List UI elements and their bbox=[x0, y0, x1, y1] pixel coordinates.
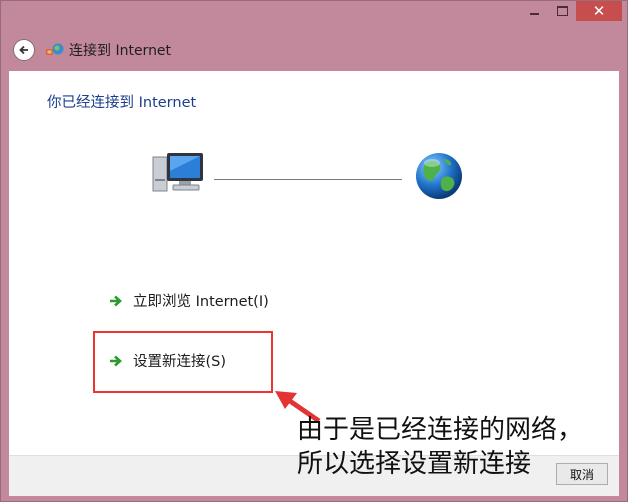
maximize-icon bbox=[556, 6, 568, 16]
green-arrow-icon bbox=[110, 295, 122, 306]
back-arrow-icon bbox=[19, 45, 28, 55]
annotation-text: 由于是已经连接的网络， 所以选择设置新连接 bbox=[297, 415, 584, 479]
caption-buttons: ✕ bbox=[520, 1, 622, 23]
computer-icon bbox=[152, 153, 203, 192]
cancel-label: 取消 bbox=[569, 467, 594, 482]
minimize-icon bbox=[529, 13, 539, 15]
minimize-button[interactable] bbox=[520, 1, 548, 21]
dialog-header: 连接到 Internet bbox=[9, 35, 171, 65]
page-heading: 你已经连接到 Internet bbox=[47, 95, 197, 111]
connection-line bbox=[214, 179, 402, 180]
dialog-window: ✕ 连接到 Internet 你已经连接到 Internet 立即浏览 Inte… bbox=[0, 0, 628, 502]
internet-globe-icon bbox=[416, 153, 462, 199]
close-button[interactable]: ✕ bbox=[576, 1, 622, 21]
back-button[interactable] bbox=[13, 39, 35, 61]
annotation-highlight-box bbox=[93, 331, 273, 393]
connection-diagram bbox=[149, 149, 469, 201]
maximize-button[interactable] bbox=[548, 1, 576, 21]
browse-internet-link[interactable]: 立即浏览 Internet(I) bbox=[109, 290, 269, 311]
browse-internet-label: 立即浏览 Internet(I) bbox=[133, 294, 269, 310]
window-title: 连接到 Internet bbox=[69, 43, 172, 59]
network-connection-icon bbox=[46, 43, 64, 55]
cancel-button[interactable]: 取消 bbox=[556, 463, 608, 485]
close-icon: ✕ bbox=[592, 2, 606, 20]
